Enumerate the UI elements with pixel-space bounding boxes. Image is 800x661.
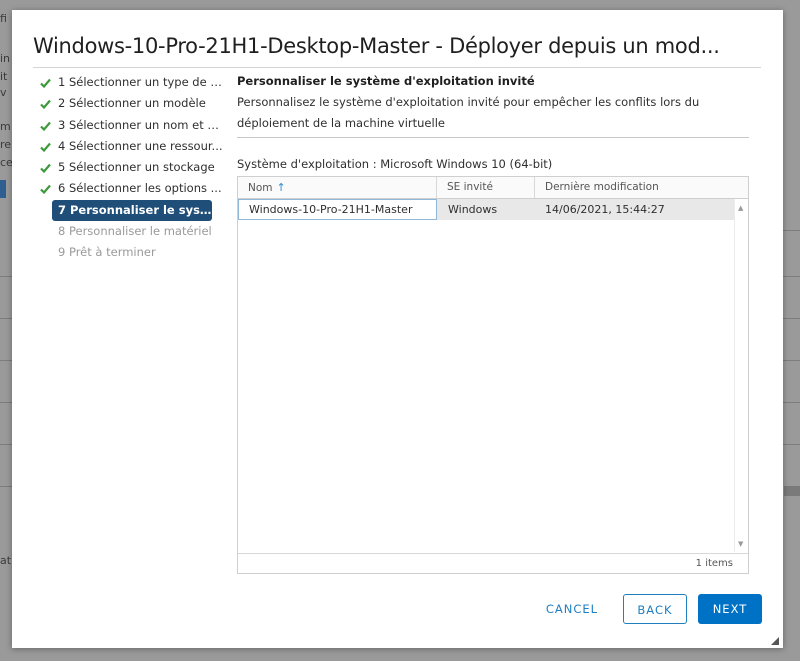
wizard-step-4[interactable]: 4 Sélectionner une ressour... [38, 136, 223, 157]
wizard-step-6[interactable]: 6 Sélectionner les options ... [38, 178, 223, 199]
scroll-up-icon[interactable]: ▲ [738, 204, 743, 212]
cell-guest-os: Windows [448, 203, 498, 216]
guest-os-label: Système d'exploitation : Microsoft Windo… [237, 157, 553, 171]
wizard-step-label: 7 Personnaliser le système... [58, 202, 212, 217]
background-fragment: m [0, 120, 11, 133]
check-icon [40, 121, 51, 131]
background-fragment: re [0, 138, 12, 151]
check-icon [40, 185, 51, 195]
next-button[interactable]: NEXT [698, 594, 762, 624]
wizard-step-9: 9 Prêt à terminer [38, 242, 223, 263]
check-icon [40, 78, 51, 88]
title-divider [33, 67, 761, 68]
wizard-step-1[interactable]: 1 Sélectionner un type de c... [38, 72, 223, 93]
wizard-step-label: 5 Sélectionner un stockage [58, 160, 215, 175]
table-scrollbar[interactable]: ▲ ▼ [734, 199, 748, 552]
wizard-step-3[interactable]: 3 Sélectionner un nom et u... [38, 115, 223, 136]
background-fragment: in [0, 52, 11, 65]
section-description: Personnalisez le système d'exploitation … [237, 95, 700, 130]
section-title: Personnaliser le système d'exploitation … [237, 74, 535, 88]
table-footer-count: 1 items [238, 553, 748, 573]
table-header: Nom ↑ SE invité Dernière modification [238, 177, 748, 199]
column-header-last-modified[interactable]: Dernière modification [534, 177, 748, 198]
wizard-step-2[interactable]: 2 Sélectionner un modèle [38, 93, 223, 114]
column-header-guest-os[interactable]: SE invité [436, 177, 534, 198]
check-icon [40, 100, 51, 110]
wizard-step-label: 9 Prêt à terminer [58, 245, 156, 260]
back-button[interactable]: BACK [623, 594, 687, 624]
wizard-step-label: 2 Sélectionner un modèle [58, 96, 206, 111]
wizard-step-label: 1 Sélectionner un type de c... [58, 75, 223, 89]
background-fragment: at [0, 554, 12, 567]
background-fragment: fi [0, 12, 7, 25]
arrow-up-icon: ↑ [276, 181, 286, 194]
wizard-step-7[interactable]: 7 Personnaliser le système... [52, 199, 212, 222]
wizard-step-5[interactable]: 5 Sélectionner un stockage [38, 157, 223, 178]
customization-spec-table: Nom ↑ SE invité Dernière modification Win… [237, 176, 749, 574]
wizard-step-label: 3 Sélectionner un nom et u... [58, 117, 223, 132]
cancel-button[interactable]: CANCEL [539, 594, 605, 624]
cell-name[interactable]: Windows-10-Pro-21H1-Master [238, 199, 437, 220]
wizard-step-label: 8 Personnaliser le matériel [58, 224, 212, 239]
check-icon [40, 163, 51, 174]
wizard-step-label: 6 Sélectionner les options ... [58, 181, 222, 196]
wizard-step-8: 8 Personnaliser le matériel [38, 221, 223, 242]
background-scroll-fragment [784, 486, 800, 496]
deploy-wizard-dialog: Windows-10-Pro-21H1-Desktop-Master - Dép… [12, 10, 783, 648]
wizard-step-label: 4 Sélectionner une ressour... [58, 138, 223, 153]
background-fragment: it [0, 70, 8, 83]
resize-handle-icon[interactable] [771, 637, 779, 645]
step-content: Personnaliser le système d'exploitation … [237, 72, 749, 172]
background-fragment: v [0, 86, 7, 99]
scroll-down-icon[interactable]: ▼ [738, 540, 743, 548]
cell-last-modified: 14/06/2021, 15:44:27 [545, 203, 665, 216]
column-header-name[interactable]: Nom ↑ [238, 177, 436, 198]
content-divider [237, 137, 749, 138]
wizard-step-list: 1 Sélectionner un type de c... 2 Sélecti… [38, 72, 223, 264]
background-icon [0, 180, 6, 198]
table-row[interactable]: Windows-10-Pro-21H1-Master Windows 14/06… [238, 199, 734, 220]
check-icon [40, 142, 51, 152]
dialog-title: Windows-10-Pro-21H1-Desktop-Master - Dép… [33, 34, 720, 58]
background-fragment: ce [0, 156, 13, 169]
